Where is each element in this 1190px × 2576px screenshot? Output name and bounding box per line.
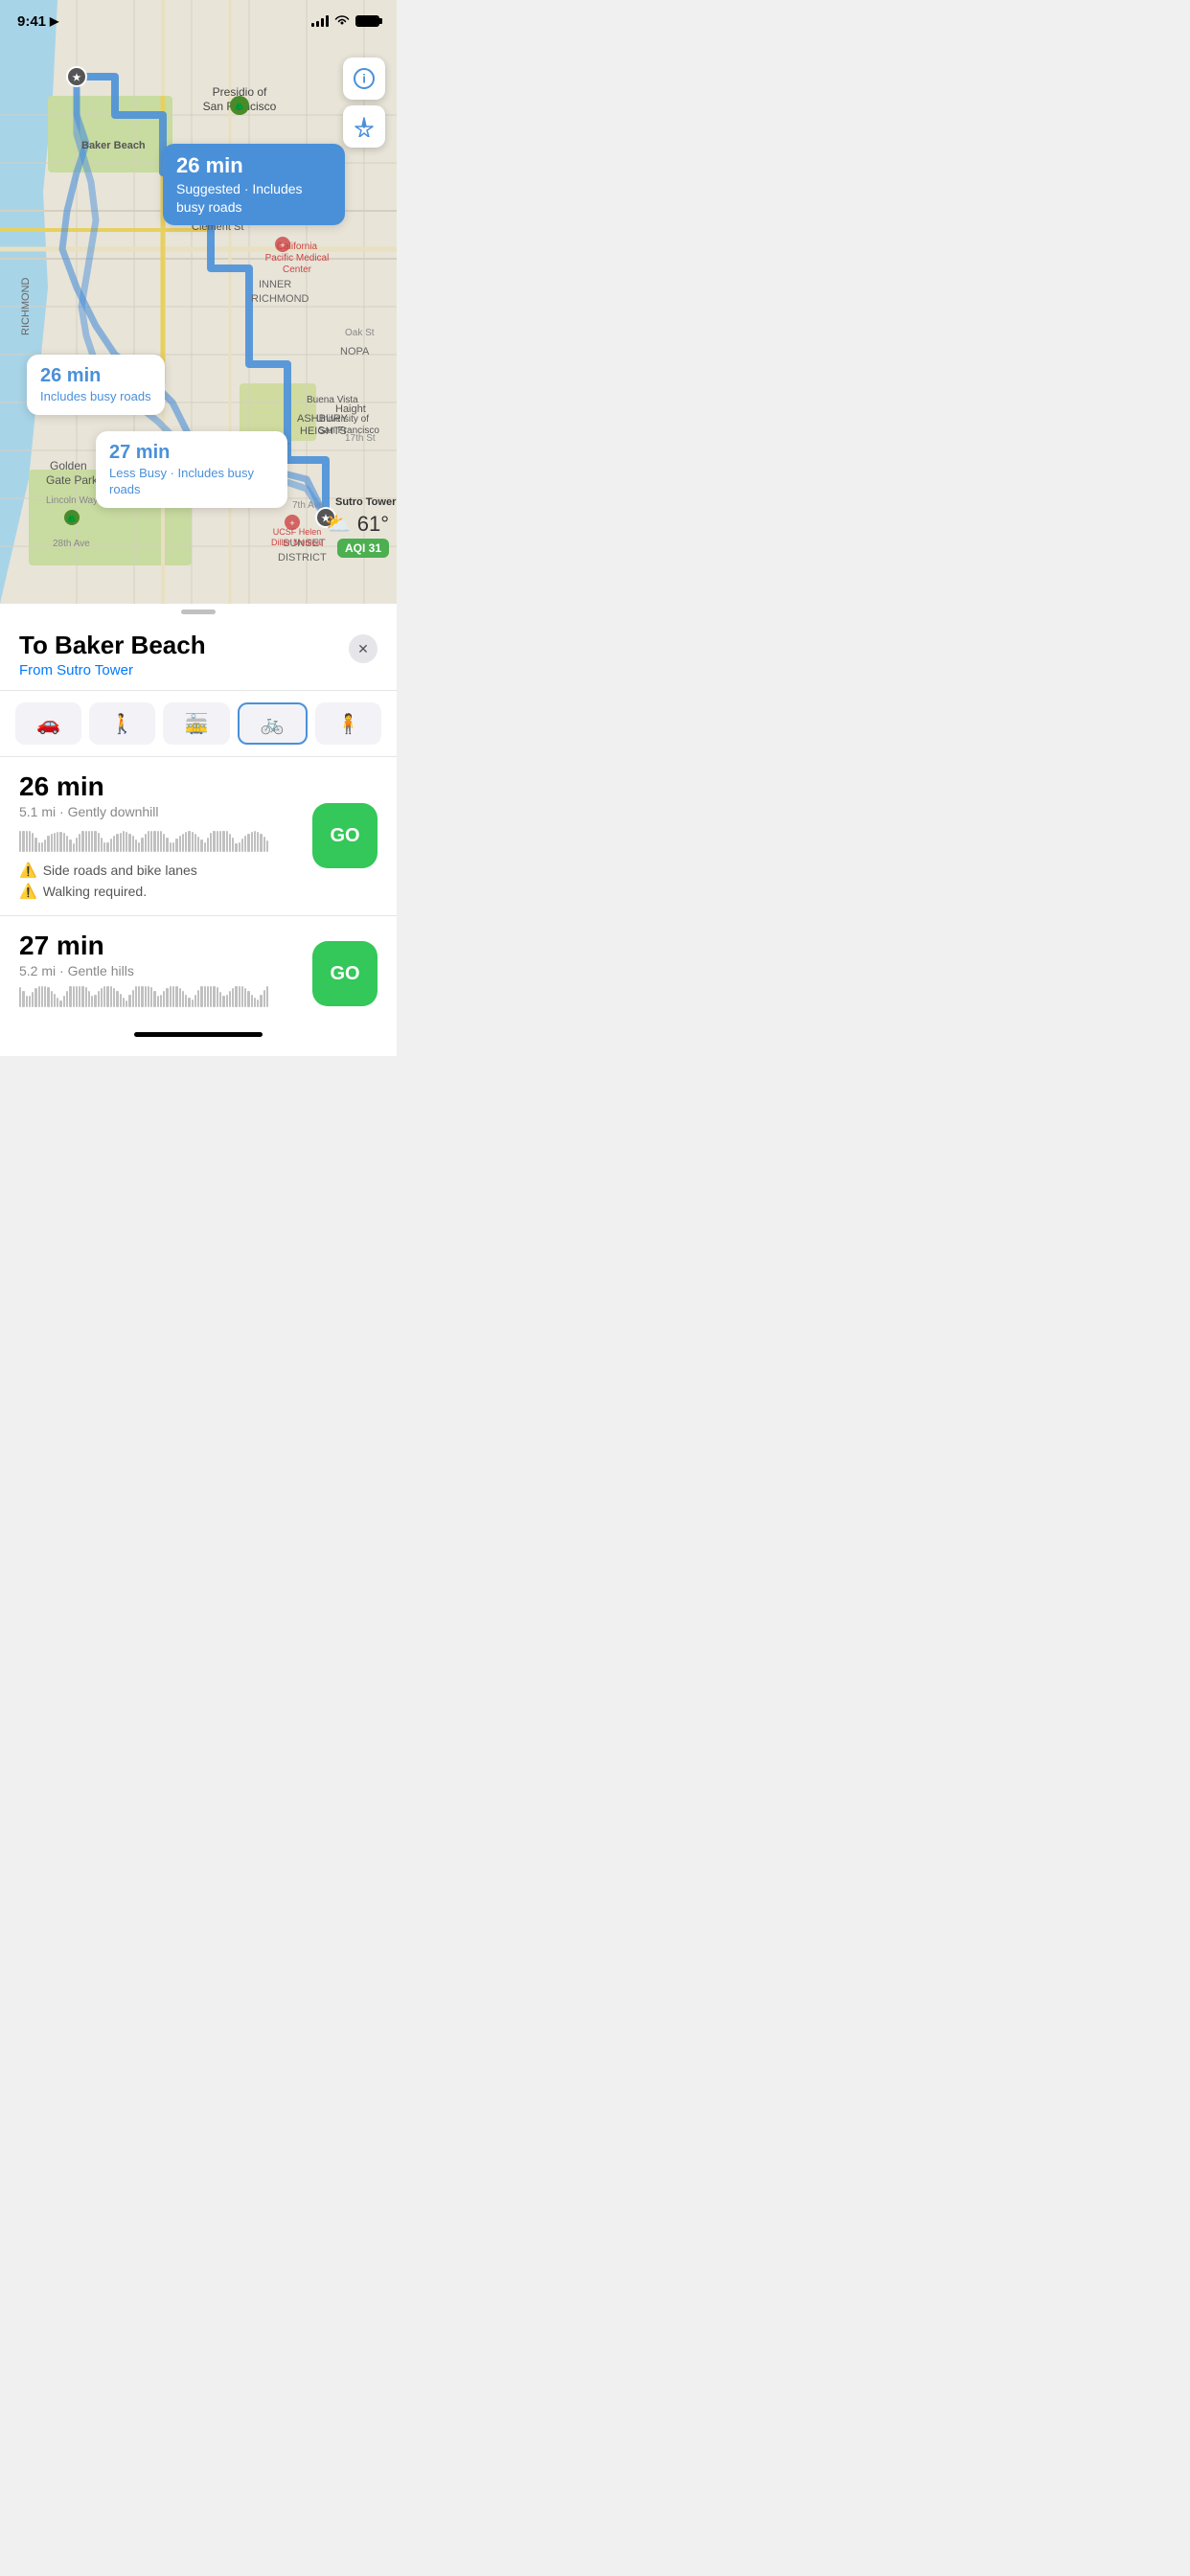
status-time: 9:41 ▶: [17, 13, 58, 30]
go-button-1[interactable]: GO: [312, 803, 378, 868]
locate-button[interactable]: [343, 105, 385, 148]
weather-icon: ⛅: [325, 512, 351, 537]
svg-text:Diller Medical: Diller Medical: [271, 538, 323, 547]
route-1-details: 5.1 mi · Gently downhill: [19, 804, 268, 819]
signal-icon: [311, 15, 329, 27]
svg-text:RICHMOND: RICHMOND: [251, 293, 309, 305]
origin-link[interactable]: Sutro Tower: [57, 662, 133, 678]
callout-alt1-desc: Includes busy roads: [40, 389, 151, 405]
route-2-time: 27 min: [19, 932, 268, 961]
svg-text:Baker Beach: Baker Beach: [81, 140, 146, 151]
wifi-icon: [334, 14, 350, 29]
status-icons: [311, 14, 379, 29]
svg-text:i: i: [362, 72, 366, 86]
svg-text:🌲: 🌲: [66, 513, 77, 523]
route-card-2[interactable]: 27 min 5.2 mi · Gentle hills GO: [0, 916, 397, 1024]
callout-alt2[interactable]: 27 min Less Busy · Includes busy roads: [96, 431, 287, 508]
home-pill: [134, 1032, 263, 1037]
tab-rideshare[interactable]: 🧍: [315, 702, 381, 745]
callout-suggested[interactable]: 26 min Suggested · Includes busy roads: [163, 144, 345, 225]
destination-info: To Baker Beach From Sutro Tower: [19, 631, 206, 678]
svg-text:Buena Vista: Buena Vista: [307, 395, 358, 405]
svg-text:Sutro Tower: Sutro Tower: [335, 496, 397, 508]
warning-1-text2: Walking required.: [43, 884, 147, 899]
drive-icon: 🚗: [36, 712, 60, 736]
callout-alt2-time: 27 min: [109, 441, 274, 464]
svg-text:Pacific Medical: Pacific Medical: [265, 253, 330, 264]
route-1-separator: ·: [59, 804, 68, 819]
warning-1-row2: ⚠️ Walking required.: [19, 883, 268, 900]
aqi-badge: AQI 31: [337, 539, 389, 558]
route-2-details: 5.2 mi · Gentle hills: [19, 963, 268, 978]
origin-info: From Sutro Tower: [19, 662, 206, 678]
route-1-distance: 5.1 mi: [19, 804, 56, 819]
warning-icon-1: ⚠️: [19, 862, 37, 879]
route-2-terrain: Gentle hills: [68, 963, 134, 978]
panel-header: To Baker Beach From Sutro Tower ✕: [0, 615, 397, 691]
walk-icon: 🚶: [110, 712, 134, 736]
svg-text:San Francisco: San Francisco: [318, 426, 379, 436]
callout-alt1[interactable]: 26 min Includes busy roads: [27, 355, 165, 415]
route-card-1[interactable]: 26 min 5.1 mi · Gently downhill ⚠️ Side …: [0, 757, 397, 916]
drag-handle[interactable]: [0, 604, 397, 615]
drag-pill: [181, 610, 216, 614]
route-2-distance: 5.2 mi: [19, 963, 56, 978]
status-bar: 9:41 ▶: [0, 0, 397, 42]
route-1-time: 26 min: [19, 772, 268, 802]
elevation-chart-1: [19, 829, 268, 852]
svg-text:Golden: Golden: [50, 459, 87, 472]
svg-text:NOPA: NOPA: [340, 346, 370, 357]
callout-alt1-time: 26 min: [40, 364, 151, 387]
svg-text:28th Ave: 28th Ave: [53, 539, 90, 549]
svg-text:+: +: [280, 241, 285, 250]
temperature: 61°: [357, 512, 389, 537]
callout-alt2-desc: Less Busy · Includes busy roads: [109, 466, 274, 498]
route-2-separator: ·: [59, 963, 68, 978]
tab-transit[interactable]: 🚋: [163, 702, 229, 745]
svg-text:UCSF Helen: UCSF Helen: [273, 527, 322, 537]
weather-widget: ⛅ 61° AQI 31: [325, 512, 389, 558]
map-info-button[interactable]: i: [343, 58, 385, 100]
from-label: From: [19, 662, 53, 678]
warning-1-row1: ⚠️ Side roads and bike lanes: [19, 862, 268, 879]
route-1-terrain: Gently downhill: [68, 804, 159, 819]
time-text: 9:41: [17, 13, 46, 30]
close-button[interactable]: ✕: [349, 634, 378, 663]
transport-tabs: 🚗 🚶 🚋 🚲 🧍: [0, 691, 397, 757]
svg-text:INNER: INNER: [259, 279, 291, 290]
battery-icon: [355, 15, 379, 27]
map-area[interactable]: ★ ★ Baker Beach Presidio of San Francisc…: [0, 0, 397, 604]
route-1-info: 26 min 5.1 mi · Gently downhill ⚠️ Side …: [19, 772, 268, 900]
bike-icon: 🚲: [261, 712, 285, 736]
weather-temp: ⛅ 61°: [325, 512, 389, 537]
tab-walk[interactable]: 🚶: [89, 702, 155, 745]
tab-drive[interactable]: 🚗: [15, 702, 81, 745]
svg-text:🌲: 🌲: [234, 101, 244, 111]
svg-text:University of: University of: [316, 414, 369, 425]
svg-text:RICHMOND: RICHMOND: [20, 277, 32, 335]
go-button-2[interactable]: GO: [312, 941, 378, 1006]
svg-text:Lincoln Way: Lincoln Way: [46, 495, 98, 506]
destination-title: To Baker Beach: [19, 631, 206, 660]
callout-suggested-time: 26 min: [176, 153, 332, 178]
transit-icon: 🚋: [185, 712, 209, 736]
svg-text:Center: Center: [283, 264, 312, 275]
elevation-chart-2: [19, 988, 268, 1007]
rideshare-icon: 🧍: [336, 712, 360, 736]
svg-text:★: ★: [73, 73, 81, 83]
route-2-info: 27 min 5.2 mi · Gentle hills: [19, 932, 268, 1017]
bottom-panel: To Baker Beach From Sutro Tower ✕ 🚗 🚶 🚋 …: [0, 615, 397, 1024]
svg-text:Gate Park: Gate Park: [46, 473, 99, 487]
callout-suggested-desc: Suggested · Includes busy roads: [176, 180, 332, 215]
location-indicator: ▶: [50, 14, 58, 28]
tab-bike[interactable]: 🚲: [238, 702, 308, 745]
svg-text:DISTRICT: DISTRICT: [278, 552, 327, 564]
home-indicator-area: [0, 1024, 397, 1056]
svg-text:7th Ave: 7th Ave: [292, 500, 325, 511]
warning-icon-2: ⚠️: [19, 883, 37, 900]
svg-text:Oak St: Oak St: [345, 328, 375, 338]
warning-1-text1: Side roads and bike lanes: [43, 862, 197, 878]
